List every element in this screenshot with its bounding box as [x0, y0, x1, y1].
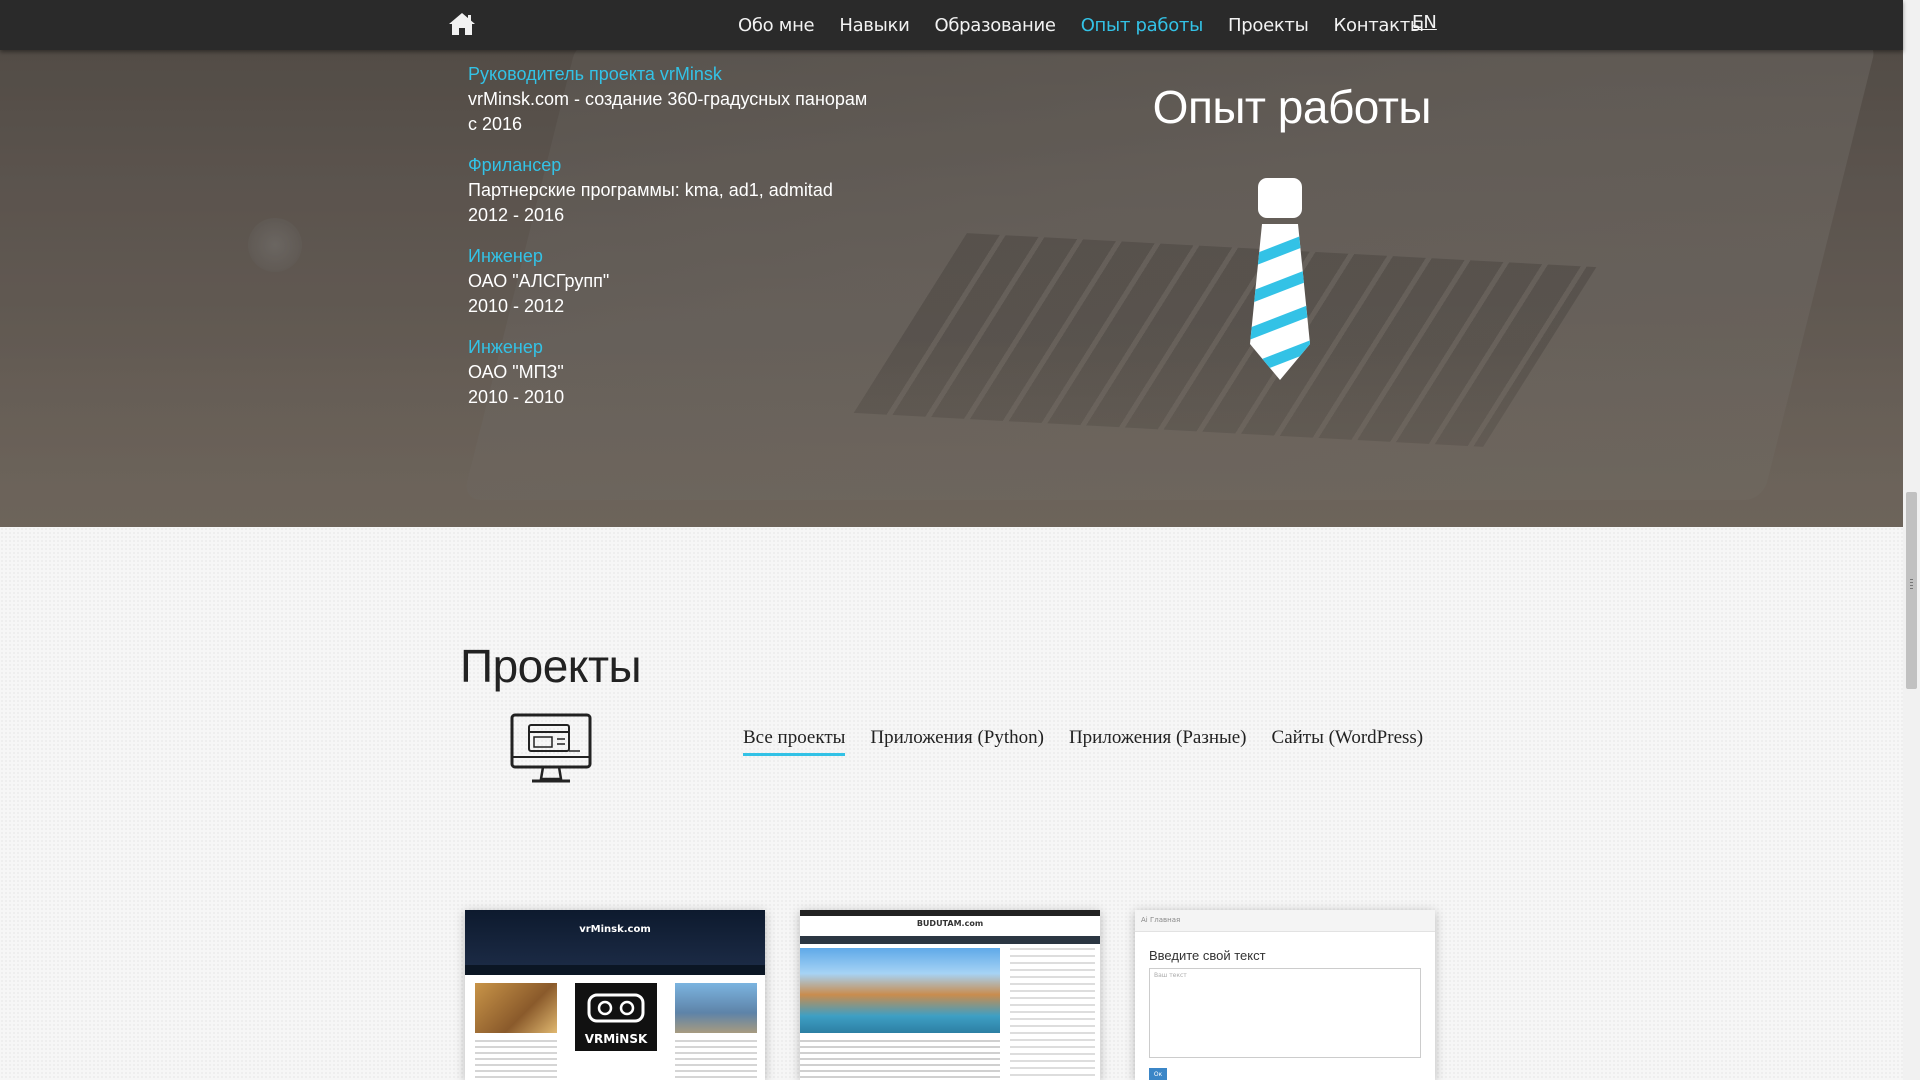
vr-headset-icon: [587, 993, 645, 1023]
nav-item-education[interactable]: Образование: [934, 15, 1056, 36]
card-app-label: Введите свой текст: [1149, 948, 1266, 963]
card-text-lines: [800, 1040, 1000, 1080]
job-company: ОАО "АЛСГрупп": [468, 271, 610, 291]
card-vr-badge: VRMiNSK: [584, 1032, 648, 1046]
filter-python-apps[interactable]: Приложения (Python): [870, 727, 1044, 756]
home-icon[interactable]: [448, 12, 476, 36]
page-scrollbar[interactable]: [1903, 0, 1920, 1080]
job-list: Руководитель проекта vrMinsk vrMinsk.com…: [468, 62, 908, 426]
nav-menu: Обо мне Навыки Образование Опыт работы П…: [738, 0, 1449, 50]
card-site-title: vrMinsk.com: [579, 924, 651, 935]
job-period: 2012 - 2016: [468, 205, 565, 225]
nav-item-about[interactable]: Обо мне: [738, 15, 815, 36]
project-filter-tabs: Все проекты Приложения (Python) Приложен…: [743, 727, 1448, 756]
card-text-lines: [475, 1040, 557, 1080]
nav-item-experience[interactable]: Опыт работы: [1081, 15, 1204, 36]
card-app-placeholder: Ваш текст: [1154, 972, 1187, 979]
card-app-tabs: Ai Главная: [1141, 916, 1181, 924]
job-period: 2010 - 2010: [468, 387, 565, 407]
card-screenshot-header: [465, 910, 765, 965]
tie-icon: [1250, 178, 1310, 380]
card-screenshot-nav: [465, 965, 765, 975]
card-app-button: Ок: [1149, 1068, 1167, 1080]
card-thumbnail: [475, 983, 557, 1033]
job-item: Фрилансер Партнерские программы: kma, ad…: [468, 153, 908, 228]
background-overlay: [0, 0, 1903, 527]
experience-section: Руководитель проекта vrMinsk vrMinsk.com…: [0, 0, 1903, 527]
job-title: Инженер: [468, 246, 543, 266]
monitor-icon: [510, 713, 592, 783]
nav-item-projects[interactable]: Проекты: [1228, 15, 1309, 36]
card-sidebar-lines: [1010, 948, 1095, 1080]
job-item: Инженер ОАО "АЛСГрупп" 2010 - 2012: [468, 244, 908, 319]
job-company: ОАО "МПЗ": [468, 362, 564, 382]
top-navbar: Обо мне Навыки Образование Опыт работы П…: [0, 0, 1903, 50]
scrollbar-grip-icon: [1910, 579, 1913, 589]
card-screenshot-topbar: [800, 910, 1100, 916]
projects-heading: Проекты: [460, 640, 642, 692]
scrollbar-thumb[interactable]: [1906, 492, 1917, 689]
job-item: Руководитель проекта vrMinsk vrMinsk.com…: [468, 62, 908, 137]
language-switch-link[interactable]: EN: [1412, 12, 1437, 33]
experience-heading: Опыт работы: [1152, 81, 1432, 133]
filter-all-projects[interactable]: Все проекты: [743, 727, 846, 756]
card-thumbnail: [675, 983, 757, 1033]
project-card-budutam[interactable]: BUDUTAM.com: [800, 910, 1100, 1080]
filter-wordpress-sites[interactable]: Сайты (WordPress): [1272, 727, 1424, 756]
job-company: vrMinsk.com - создание 360-градусных пан…: [468, 89, 868, 109]
card-app-textarea: Ваш текст: [1149, 968, 1421, 1058]
card-screenshot-nav: [800, 936, 1100, 944]
card-hero-image: [800, 948, 1000, 1033]
filter-other-apps[interactable]: Приложения (Разные): [1069, 727, 1247, 756]
project-card-text-app[interactable]: Ai Главная Введите свой текст Ваш текст …: [1135, 910, 1435, 1080]
job-item: Инженер ОАО "МПЗ" 2010 - 2010: [468, 335, 908, 410]
job-title: Инженер: [468, 337, 543, 357]
job-title: Фрилансер: [468, 155, 562, 175]
job-title: Руководитель проекта vrMinsk: [468, 64, 722, 84]
card-text-lines: [675, 1040, 757, 1080]
job-period: 2010 - 2012: [468, 296, 565, 316]
job-company: Партнерские программы: kma, ad1, admitad: [468, 180, 833, 200]
projects-section: Проекты Все проекты Приложения (Python) …: [0, 527, 1903, 1080]
nav-item-skills[interactable]: Навыки: [839, 15, 909, 36]
card-app-toolbar: Ai Главная: [1135, 910, 1435, 932]
card-site-title: BUDUTAM.com: [916, 919, 984, 928]
project-cards: vrMinsk.com VRMiNSK BUDUTAM.com Ai Главн…: [465, 910, 1435, 1080]
project-card-vrminsk[interactable]: vrMinsk.com VRMiNSK: [465, 910, 765, 1080]
nav-item-contacts[interactable]: Контакты: [1334, 15, 1425, 36]
job-period: с 2016: [468, 114, 523, 134]
